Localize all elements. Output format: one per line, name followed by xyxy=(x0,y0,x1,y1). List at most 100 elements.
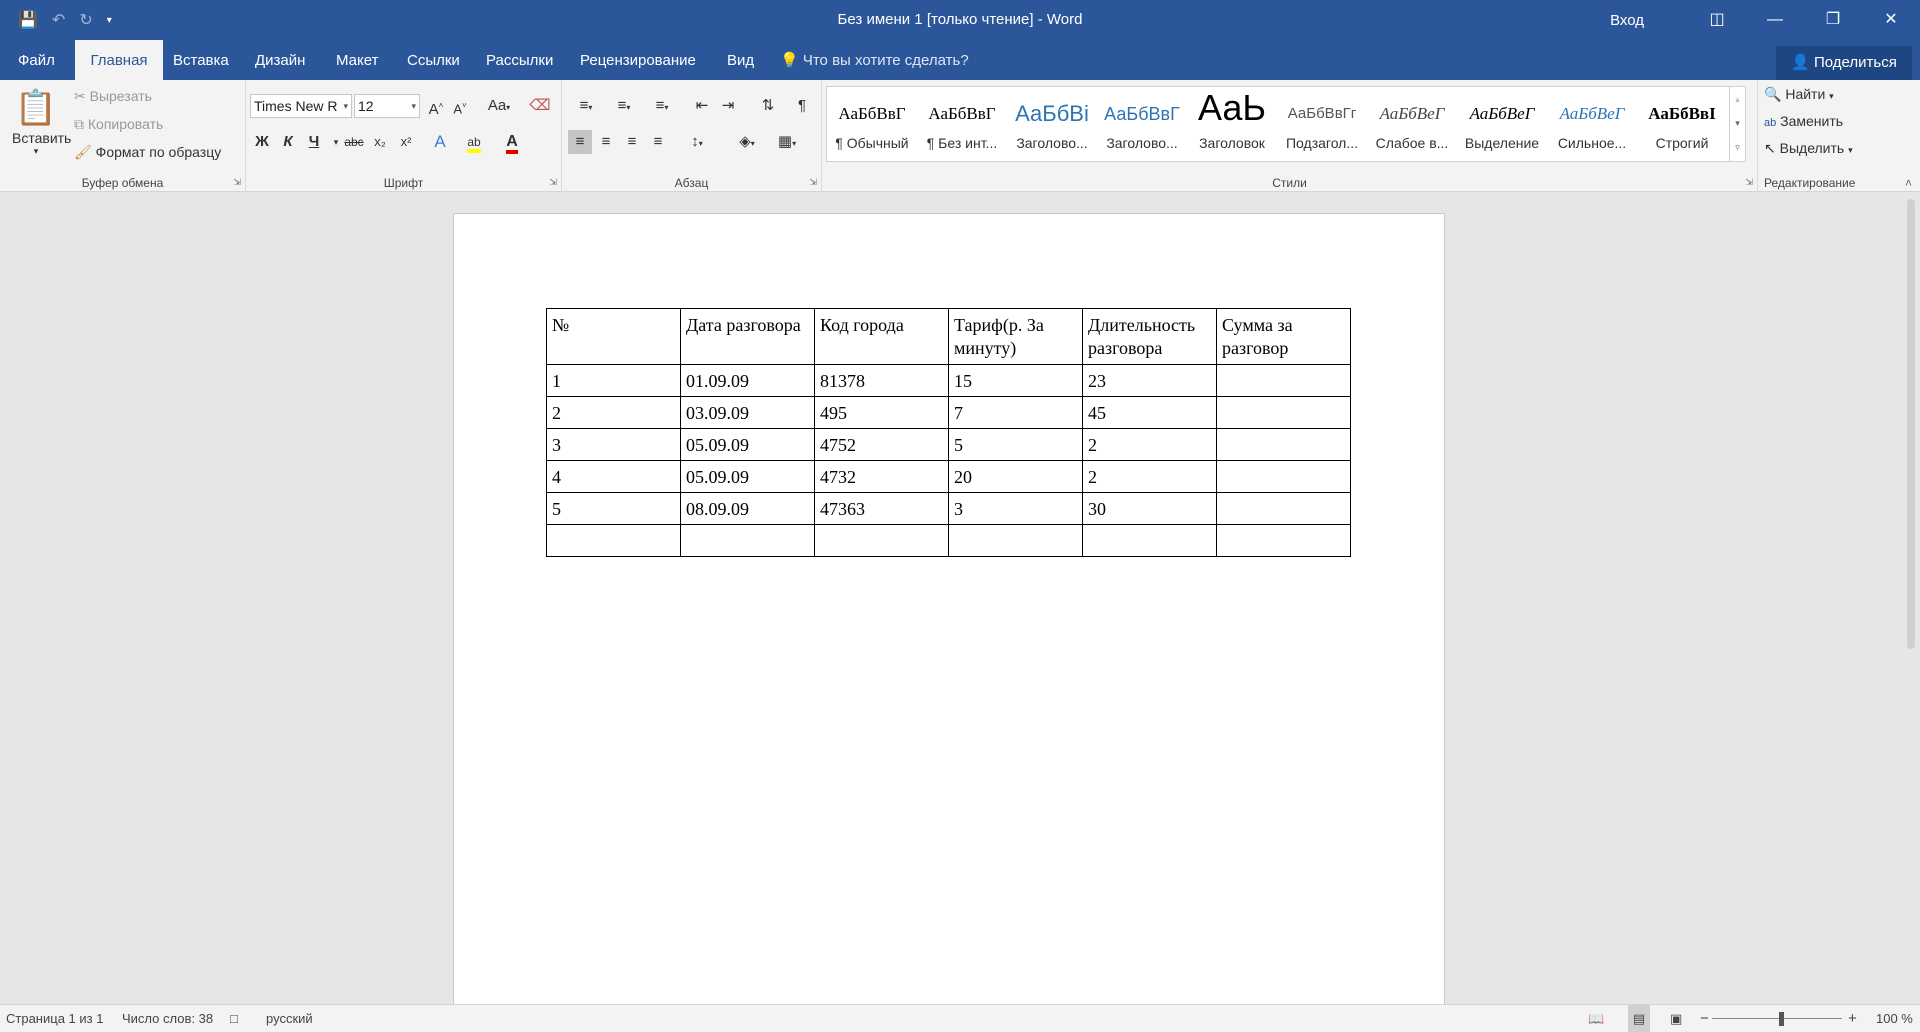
copy-button[interactable]: ⧉ Копировать xyxy=(74,116,163,133)
highlight-icon[interactable]: ab xyxy=(462,130,486,154)
dialog-launcher-icon[interactable]: ⇲ xyxy=(549,177,557,188)
style-strong[interactable]: АаБбВвІ Строгий xyxy=(1637,87,1727,161)
bold-button[interactable]: Ж xyxy=(250,130,274,154)
table-cell[interactable]: 47363 xyxy=(814,492,949,525)
table-cell[interactable]: Длительность разговора xyxy=(1082,308,1217,365)
table-cell[interactable] xyxy=(1216,460,1351,493)
table-cell[interactable]: 5 xyxy=(948,428,1083,461)
table-cell[interactable] xyxy=(680,524,815,557)
table-cell[interactable]: 7 xyxy=(948,396,1083,429)
style-normal[interactable]: АаБбВвГ ¶ Обычный xyxy=(827,87,917,161)
table-cell[interactable] xyxy=(1216,524,1351,557)
font-name-select[interactable]: Times New R ▾ xyxy=(250,94,352,118)
style-intense-emphasis[interactable]: АаБбВеГ Сильное... xyxy=(1547,87,1637,161)
shading-icon[interactable]: ◈▾ xyxy=(730,130,764,154)
table-cell[interactable] xyxy=(1216,396,1351,429)
tab-mailings[interactable]: Рассылки xyxy=(474,40,565,80)
style-subtitle[interactable]: АаБбВвГг Подзагол... xyxy=(1277,87,1367,161)
table-cell[interactable]: 01.09.09 xyxy=(680,364,815,397)
change-case-button[interactable]: Aa▾ xyxy=(482,94,516,118)
table-cell[interactable] xyxy=(546,524,681,557)
restore-icon[interactable]: ❐ xyxy=(1804,0,1862,40)
sort-icon[interactable]: ⇅ xyxy=(756,94,780,118)
table-cell[interactable]: 05.09.09 xyxy=(680,460,815,493)
line-spacing-icon[interactable]: ↕▾ xyxy=(680,130,714,154)
tab-references[interactable]: Ссылки xyxy=(395,40,472,80)
italic-button[interactable]: К xyxy=(276,130,300,154)
style-no-spacing[interactable]: АаБбВвГ ¶ Без инт... xyxy=(917,87,1007,161)
zoom-slider-thumb[interactable] xyxy=(1779,1012,1784,1026)
table-cell[interactable]: 20 xyxy=(948,460,1083,493)
table-cell[interactable]: Сумма за разговор xyxy=(1216,308,1351,365)
table-cell[interactable]: 05.09.09 xyxy=(680,428,815,461)
table-cell[interactable]: Дата разговора xyxy=(680,308,815,365)
increase-indent-icon[interactable]: ⇥ xyxy=(716,94,740,118)
cut-button[interactable]: ✂ Вырезать xyxy=(74,88,152,105)
table-cell[interactable]: 45 xyxy=(1082,396,1217,429)
tell-me-search[interactable]: 💡 Что вы хотите сделать? xyxy=(780,40,969,80)
table-cell[interactable]: 30 xyxy=(1082,492,1217,525)
grow-font-button[interactable]: A˄ xyxy=(424,94,448,118)
table-cell[interactable]: 2 xyxy=(1082,460,1217,493)
align-right-icon[interactable]: ≡ xyxy=(620,130,644,154)
borders-icon[interactable]: ▦▾ xyxy=(770,130,804,154)
underline-button[interactable]: Ч xyxy=(302,130,326,154)
table-cell[interactable]: 1 xyxy=(546,364,681,397)
dialog-launcher-icon[interactable]: ⇲ xyxy=(1745,177,1753,188)
table-cell[interactable] xyxy=(948,524,1083,557)
zoom-out-button[interactable]: − xyxy=(1700,1005,1709,1032)
table-cell[interactable]: 3 xyxy=(546,428,681,461)
numbering-icon[interactable]: ≡▾ xyxy=(608,94,640,118)
style-emphasis[interactable]: АаБбВеГ Выделение xyxy=(1457,87,1547,161)
replace-button[interactable]: ab Заменить xyxy=(1764,113,1843,129)
font-color-icon[interactable]: A xyxy=(500,130,524,154)
table-cell[interactable]: 2 xyxy=(1082,428,1217,461)
style-subtle-emphasis[interactable]: АаБбВеГ Слабое в... xyxy=(1367,87,1457,161)
table-cell[interactable]: 5 xyxy=(546,492,681,525)
page-count[interactable]: Страница 1 из 1 xyxy=(6,1005,103,1032)
style-heading-1[interactable]: АаБбВі Заголово... xyxy=(1007,87,1097,161)
table-cell[interactable]: 2 xyxy=(546,396,681,429)
table-cell[interactable] xyxy=(814,524,949,557)
word-count[interactable]: Число слов: 38 xyxy=(122,1005,213,1032)
show-marks-button[interactable]: ¶ xyxy=(790,94,814,118)
table-cell[interactable]: 23 xyxy=(1082,364,1217,397)
tab-insert[interactable]: Вставка xyxy=(161,40,241,80)
font-size-select[interactable]: 12 ▾ xyxy=(354,94,420,118)
style-heading-2[interactable]: АаБбВвГ Заголово... xyxy=(1097,87,1187,161)
decrease-indent-icon[interactable]: ⇤ xyxy=(690,94,714,118)
multilevel-list-icon[interactable]: ≡▾ xyxy=(646,94,678,118)
shrink-font-button[interactable]: A˅ xyxy=(448,94,472,118)
strikethrough-button[interactable]: abc xyxy=(342,130,366,154)
tab-layout[interactable]: Макет xyxy=(324,40,390,80)
table-cell[interactable]: 495 xyxy=(814,396,949,429)
web-layout-icon[interactable]: ▣ xyxy=(1670,1005,1682,1032)
dialog-launcher-icon[interactable]: ⇲ xyxy=(809,177,817,188)
tab-review[interactable]: Рецензирование xyxy=(568,40,708,80)
table-cell[interactable] xyxy=(1216,492,1351,525)
gallery-scroll[interactable]: ▴ ▾ ▿ xyxy=(1729,87,1745,161)
share-button[interactable]: 👤 Поделиться xyxy=(1776,46,1912,80)
zoom-level[interactable]: 100 % xyxy=(1876,1005,1913,1032)
align-left-icon[interactable]: ≡ xyxy=(568,130,592,154)
table-cell[interactable]: 15 xyxy=(948,364,1083,397)
read-mode-icon[interactable]: 📖 xyxy=(1588,1005,1604,1032)
table-cell[interactable]: 3 xyxy=(948,492,1083,525)
tab-home[interactable]: Главная xyxy=(75,40,163,80)
superscript-button[interactable]: x² xyxy=(394,130,418,154)
format-painter-button[interactable]: 🖌 Формат по образцу xyxy=(74,144,221,161)
minimize-icon[interactable]: — xyxy=(1746,0,1804,40)
table-cell[interactable]: № xyxy=(546,308,681,365)
more-styles-icon[interactable]: ▿ xyxy=(1730,135,1745,159)
tab-view[interactable]: Вид xyxy=(715,40,766,80)
clear-formatting-icon[interactable]: ⌫ xyxy=(528,94,552,118)
proofing-icon[interactable]: □ xyxy=(230,1005,238,1032)
chevron-down-icon[interactable]: ▾ xyxy=(1730,111,1745,135)
select-button[interactable]: ↖ Выделить ▾ xyxy=(1764,140,1853,157)
chevron-up-icon[interactable]: ▴ xyxy=(1730,87,1745,111)
align-center-icon[interactable]: ≡ xyxy=(594,130,618,154)
vertical-scrollbar[interactable] xyxy=(1902,193,1920,1004)
close-icon[interactable]: ✕ xyxy=(1862,0,1920,40)
bullets-icon[interactable]: ≡▾ xyxy=(570,94,602,118)
table-cell[interactable] xyxy=(1216,364,1351,397)
